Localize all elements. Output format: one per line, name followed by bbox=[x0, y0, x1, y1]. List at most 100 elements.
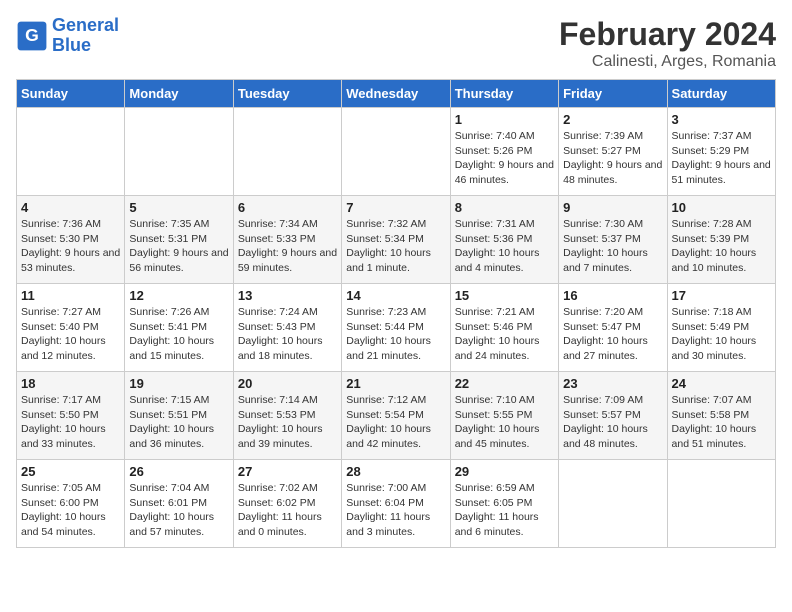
day-info: Sunrise: 7:32 AMSunset: 5:34 PMDaylight:… bbox=[346, 217, 445, 276]
day-info: Sunrise: 7:17 AMSunset: 5:50 PMDaylight:… bbox=[21, 393, 120, 452]
weekday-header-monday: Monday bbox=[125, 80, 233, 108]
day-number: 23 bbox=[563, 376, 662, 391]
day-number: 24 bbox=[672, 376, 771, 391]
calendar-cell: 5 Sunrise: 7:35 AMSunset: 5:31 PMDaylight… bbox=[125, 196, 233, 284]
day-number: 12 bbox=[129, 288, 228, 303]
calendar-cell: 27Sunrise: 7:02 AMSunset: 6:02 PMDayligh… bbox=[233, 460, 341, 548]
calendar-cell bbox=[125, 108, 233, 196]
weekday-header-row: SundayMondayTuesdayWednesdayThursdayFrid… bbox=[17, 80, 776, 108]
day-info: Sunrise: 7:24 AMSunset: 5:43 PMDaylight:… bbox=[238, 305, 337, 364]
day-info: Sunrise: 7:40 AMSunset: 5:26 PMDaylight:… bbox=[455, 129, 554, 188]
day-info: Sunrise: 7:00 AMSunset: 6:04 PMDaylight:… bbox=[346, 481, 445, 540]
day-info: Sunrise: 7:20 AMSunset: 5:47 PMDaylight:… bbox=[563, 305, 662, 364]
weekday-header-thursday: Thursday bbox=[450, 80, 558, 108]
day-info: Sunrise: 7:23 AMSunset: 5:44 PMDaylight:… bbox=[346, 305, 445, 364]
calendar-cell: 1Sunrise: 7:40 AMSunset: 5:26 PMDaylight… bbox=[450, 108, 558, 196]
calendar-table: SundayMondayTuesdayWednesdayThursdayFrid… bbox=[16, 79, 776, 548]
logo: G GeneralBlue bbox=[16, 16, 119, 56]
day-info: Sunrise: 7:07 AMSunset: 5:58 PMDaylight:… bbox=[672, 393, 771, 452]
page-header: G GeneralBlue February 2024 Calinesti, A… bbox=[16, 16, 776, 71]
calendar-cell: 23 Sunrise: 7:09 AMSunset: 5:57 PMDayligh… bbox=[559, 372, 667, 460]
day-number: 18 bbox=[21, 376, 120, 391]
weekday-header-saturday: Saturday bbox=[667, 80, 775, 108]
calendar-cell: 17 Sunrise: 7:18 AMSunset: 5:49 PMDayligh… bbox=[667, 284, 775, 372]
day-info: Sunrise: 7:12 AMSunset: 5:54 PMDaylight:… bbox=[346, 393, 445, 452]
day-number: 8 bbox=[455, 200, 554, 215]
day-info: Sunrise: 7:31 AMSunset: 5:36 PMDaylight:… bbox=[455, 217, 554, 276]
calendar-week-row: 25Sunrise: 7:05 AMSunset: 6:00 PMDayligh… bbox=[17, 460, 776, 548]
day-number: 11 bbox=[21, 288, 120, 303]
day-number: 13 bbox=[238, 288, 337, 303]
day-number: 14 bbox=[346, 288, 445, 303]
svg-text:G: G bbox=[25, 25, 39, 45]
calendar-cell: 12Sunrise: 7:26 AMSunset: 5:41 PMDayligh… bbox=[125, 284, 233, 372]
calendar-cell bbox=[233, 108, 341, 196]
logo-text: GeneralBlue bbox=[52, 16, 119, 56]
day-number: 19 bbox=[129, 376, 228, 391]
day-info: Sunrise: 6:59 AMSunset: 6:05 PMDaylight:… bbox=[455, 481, 554, 540]
day-number: 7 bbox=[346, 200, 445, 215]
calendar-cell: 7 Sunrise: 7:32 AMSunset: 5:34 PMDaylight… bbox=[342, 196, 450, 284]
day-number: 27 bbox=[238, 464, 337, 479]
calendar-cell bbox=[667, 460, 775, 548]
calendar-cell: 24 Sunrise: 7:07 AMSunset: 5:58 PMDayligh… bbox=[667, 372, 775, 460]
calendar-cell: 6 Sunrise: 7:34 AMSunset: 5:33 PMDaylight… bbox=[233, 196, 341, 284]
calendar-cell: 10Sunrise: 7:28 AMSunset: 5:39 PMDayligh… bbox=[667, 196, 775, 284]
day-info: Sunrise: 7:39 AMSunset: 5:27 PMDaylight:… bbox=[563, 129, 662, 188]
day-number: 9 bbox=[563, 200, 662, 215]
day-info: Sunrise: 7:10 AMSunset: 5:55 PMDaylight:… bbox=[455, 393, 554, 452]
calendar-cell: 16 Sunrise: 7:20 AMSunset: 5:47 PMDayligh… bbox=[559, 284, 667, 372]
day-info: Sunrise: 7:04 AMSunset: 6:01 PMDaylight:… bbox=[129, 481, 228, 540]
day-number: 4 bbox=[21, 200, 120, 215]
calendar-week-row: 4 Sunrise: 7:36 AMSunset: 5:30 PMDaylight… bbox=[17, 196, 776, 284]
calendar-cell: 8 Sunrise: 7:31 AMSunset: 5:36 PMDaylight… bbox=[450, 196, 558, 284]
calendar-cell: 3 Sunrise: 7:37 AMSunset: 5:29 PMDaylight… bbox=[667, 108, 775, 196]
day-info: Sunrise: 7:21 AMSunset: 5:46 PMDaylight:… bbox=[455, 305, 554, 364]
calendar-cell: 28 Sunrise: 7:00 AMSunset: 6:04 PMDayligh… bbox=[342, 460, 450, 548]
calendar-cell: 18 Sunrise: 7:17 AMSunset: 5:50 PMDayligh… bbox=[17, 372, 125, 460]
day-number: 5 bbox=[129, 200, 228, 215]
day-number: 28 bbox=[346, 464, 445, 479]
weekday-header-sunday: Sunday bbox=[17, 80, 125, 108]
title-area: February 2024 Calinesti, Arges, Romania bbox=[559, 16, 776, 71]
day-info: Sunrise: 7:36 AMSunset: 5:30 PMDaylight:… bbox=[21, 217, 120, 276]
day-number: 2 bbox=[563, 112, 662, 127]
calendar-cell: 21 Sunrise: 7:12 AMSunset: 5:54 PMDayligh… bbox=[342, 372, 450, 460]
day-number: 3 bbox=[672, 112, 771, 127]
day-number: 17 bbox=[672, 288, 771, 303]
day-info: Sunrise: 7:37 AMSunset: 5:29 PMDaylight:… bbox=[672, 129, 771, 188]
day-info: Sunrise: 7:27 AMSunset: 5:40 PMDaylight:… bbox=[21, 305, 120, 364]
day-info: Sunrise: 7:14 AMSunset: 5:53 PMDaylight:… bbox=[238, 393, 337, 452]
calendar-cell: 4 Sunrise: 7:36 AMSunset: 5:30 PMDaylight… bbox=[17, 196, 125, 284]
calendar-cell bbox=[342, 108, 450, 196]
calendar-week-row: 18 Sunrise: 7:17 AMSunset: 5:50 PMDayligh… bbox=[17, 372, 776, 460]
day-number: 6 bbox=[238, 200, 337, 215]
day-info: Sunrise: 7:15 AMSunset: 5:51 PMDaylight:… bbox=[129, 393, 228, 452]
calendar-cell: 25Sunrise: 7:05 AMSunset: 6:00 PMDayligh… bbox=[17, 460, 125, 548]
day-info: Sunrise: 7:09 AMSunset: 5:57 PMDaylight:… bbox=[563, 393, 662, 452]
day-info: Sunrise: 7:34 AMSunset: 5:33 PMDaylight:… bbox=[238, 217, 337, 276]
calendar-cell bbox=[559, 460, 667, 548]
weekday-header-wednesday: Wednesday bbox=[342, 80, 450, 108]
calendar-cell: 9Sunrise: 7:30 AMSunset: 5:37 PMDaylight… bbox=[559, 196, 667, 284]
calendar-cell: 11 Sunrise: 7:27 AMSunset: 5:40 PMDayligh… bbox=[17, 284, 125, 372]
day-number: 26 bbox=[129, 464, 228, 479]
day-number: 16 bbox=[563, 288, 662, 303]
day-info: Sunrise: 7:35 AMSunset: 5:31 PMDaylight:… bbox=[129, 217, 228, 276]
day-number: 25 bbox=[21, 464, 120, 479]
calendar-cell bbox=[17, 108, 125, 196]
location-title: Calinesti, Arges, Romania bbox=[559, 53, 776, 71]
logo-icon: G bbox=[16, 20, 48, 52]
calendar-cell: 26 Sunrise: 7:04 AMSunset: 6:01 PMDayligh… bbox=[125, 460, 233, 548]
weekday-header-friday: Friday bbox=[559, 80, 667, 108]
calendar-week-row: 1Sunrise: 7:40 AMSunset: 5:26 PMDaylight… bbox=[17, 108, 776, 196]
calendar-cell: 15Sunrise: 7:21 AMSunset: 5:46 PMDayligh… bbox=[450, 284, 558, 372]
day-info: Sunrise: 7:18 AMSunset: 5:49 PMDaylight:… bbox=[672, 305, 771, 364]
day-number: 29 bbox=[455, 464, 554, 479]
calendar-cell: 29 Sunrise: 6:59 AMSunset: 6:05 PMDayligh… bbox=[450, 460, 558, 548]
day-number: 21 bbox=[346, 376, 445, 391]
calendar-cell: 2 Sunrise: 7:39 AMSunset: 5:27 PMDaylight… bbox=[559, 108, 667, 196]
month-title: February 2024 bbox=[559, 16, 776, 53]
day-number: 20 bbox=[238, 376, 337, 391]
calendar-cell: 14 Sunrise: 7:23 AMSunset: 5:44 PMDayligh… bbox=[342, 284, 450, 372]
